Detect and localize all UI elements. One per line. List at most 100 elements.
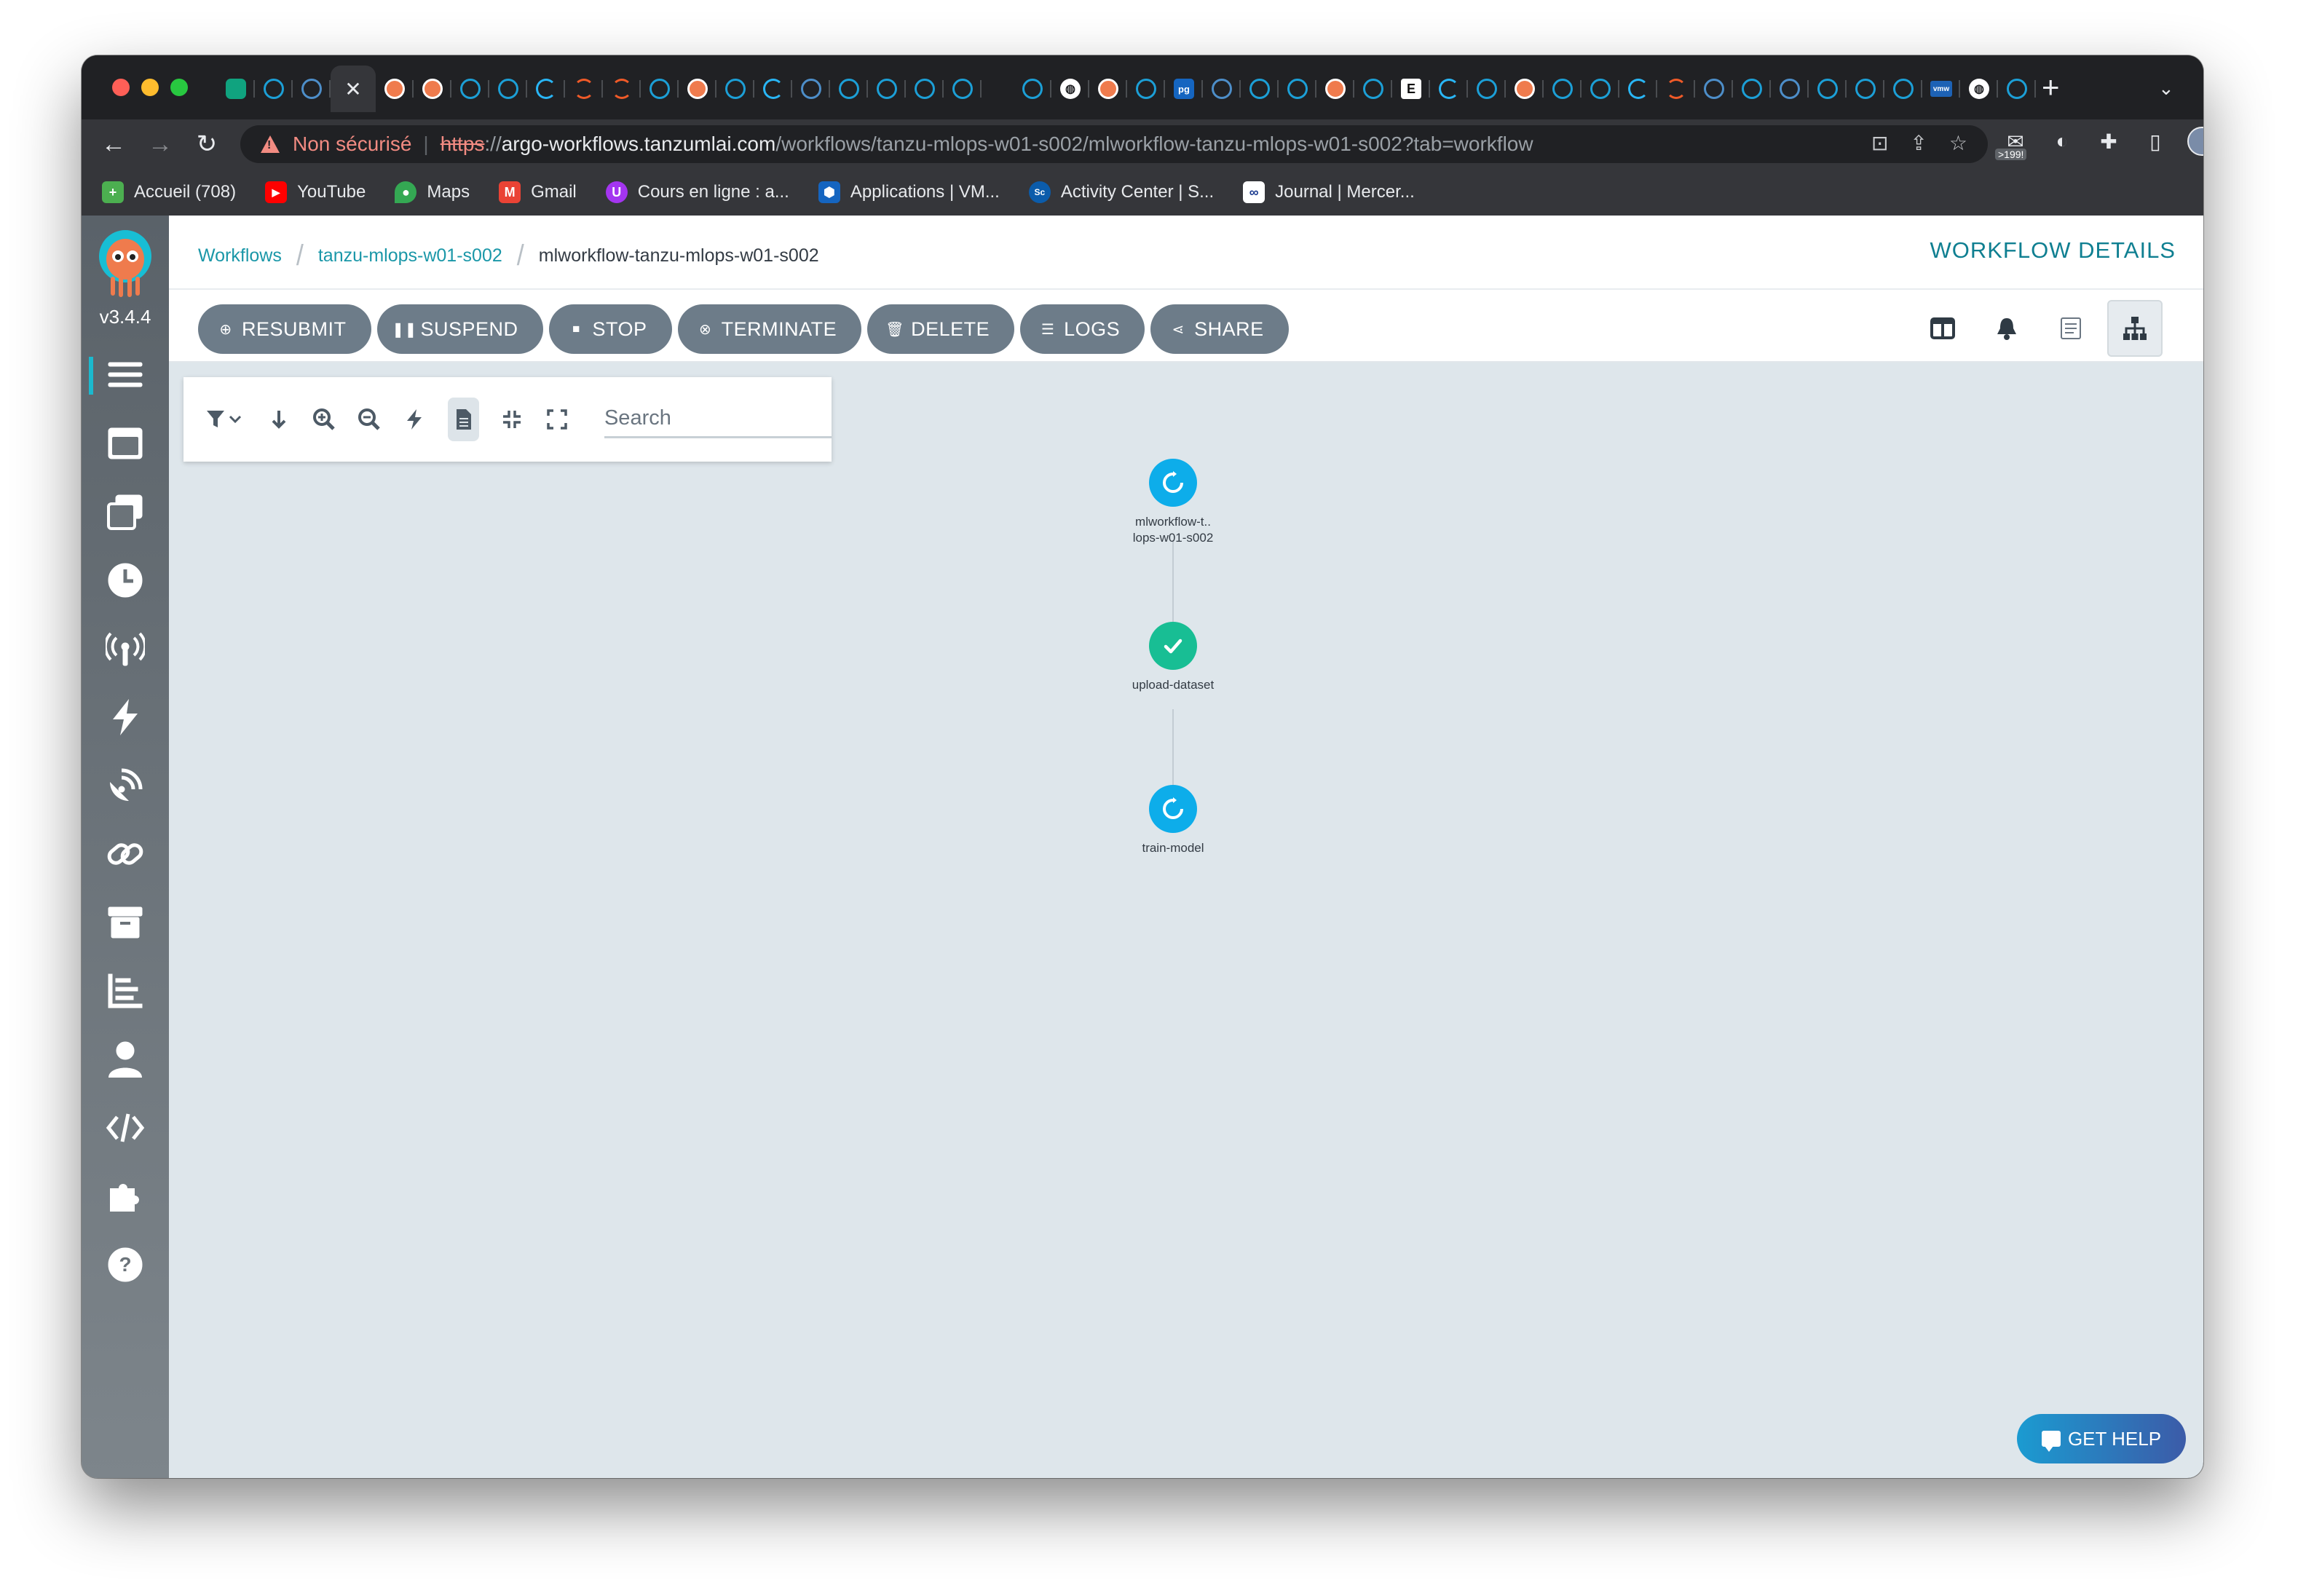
zoom-out-icon[interactable] bbox=[357, 406, 382, 433]
sidebar-item-sensors[interactable] bbox=[82, 683, 169, 751]
bookmark-star-icon[interactable]: ☆ bbox=[1949, 131, 1967, 155]
tab[interactable] bbox=[527, 66, 565, 112]
suspend-button[interactable]: ❚❚ SUSPEND bbox=[376, 304, 543, 354]
bookmark-accueil[interactable]: + Accueil (708) bbox=[102, 181, 236, 203]
tab[interactable] bbox=[1316, 66, 1354, 112]
tab[interactable] bbox=[1847, 66, 1884, 112]
extension-icon[interactable]: ◐ bbox=[2048, 127, 2077, 156]
graph-view-button[interactable] bbox=[2107, 300, 2163, 357]
sidebar-item-archived-workflows[interactable] bbox=[82, 888, 169, 957]
resubmit-button[interactable]: ⊕ RESUBMIT bbox=[198, 304, 371, 354]
bolt-icon[interactable] bbox=[402, 406, 427, 433]
tab[interactable]: ◍ bbox=[1960, 66, 1998, 112]
argo-logo-icon[interactable] bbox=[95, 229, 156, 299]
profile-avatar[interactable] bbox=[2187, 127, 2203, 156]
tab[interactable] bbox=[868, 66, 906, 112]
tab[interactable] bbox=[255, 66, 293, 112]
tab[interactable] bbox=[1695, 66, 1733, 112]
sidebar-item-links[interactable] bbox=[82, 820, 169, 888]
tab[interactable] bbox=[641, 66, 679, 112]
tab[interactable] bbox=[489, 66, 527, 112]
tab[interactable] bbox=[1657, 66, 1695, 112]
not-secure-label[interactable]: Non sécurisé bbox=[293, 133, 411, 156]
graph-search-input[interactable] bbox=[604, 400, 832, 438]
tab-search-chevron-icon[interactable]: ⌄ bbox=[2158, 77, 2174, 100]
filter-icon[interactable] bbox=[205, 406, 246, 433]
tab[interactable] bbox=[565, 66, 603, 112]
get-help-button[interactable]: GET HELP bbox=[2017, 1414, 2186, 1463]
translate-icon[interactable]: ⊡ bbox=[1871, 131, 1888, 155]
breadcrumb-workflows[interactable]: Workflows bbox=[198, 245, 282, 266]
bookmark-activity-center[interactable]: Sc Activity Center | S... bbox=[1028, 181, 1214, 203]
minimize-window-button[interactable] bbox=[141, 79, 159, 96]
tab-active[interactable]: ✕ bbox=[331, 66, 376, 112]
tab[interactable] bbox=[1733, 66, 1771, 112]
sidebar-item-workflows[interactable] bbox=[82, 341, 169, 409]
tab[interactable] bbox=[1089, 66, 1127, 112]
back-arrow-icon[interactable]: ← bbox=[96, 127, 131, 162]
reload-icon[interactable]: ↻ bbox=[189, 127, 224, 162]
zoom-in-icon[interactable] bbox=[312, 406, 336, 433]
close-tab-icon[interactable]: ✕ bbox=[344, 77, 361, 101]
tab[interactable] bbox=[1619, 66, 1657, 112]
gmail-extension-icon[interactable]: ✉ >199! bbox=[1995, 127, 2030, 160]
delete-button[interactable]: 🗑 DELETE bbox=[867, 304, 1015, 354]
tab[interactable] bbox=[1884, 66, 1922, 112]
forward-arrow-icon[interactable]: → bbox=[143, 127, 178, 162]
share-button[interactable]: ⋖ SHARE bbox=[1150, 304, 1289, 354]
stop-button[interactable]: ⏹ STOP bbox=[548, 304, 672, 354]
artifacts-toggle-icon[interactable] bbox=[447, 398, 479, 441]
terminate-button[interactable]: ⊗ TERMINATE bbox=[677, 304, 862, 354]
maximize-window-button[interactable] bbox=[170, 79, 188, 96]
tab[interactable] bbox=[217, 66, 255, 112]
sidebar-item-plugins[interactable] bbox=[82, 1162, 169, 1230]
tab[interactable] bbox=[1354, 66, 1392, 112]
side-panel-icon[interactable]: ▯ bbox=[2141, 127, 2170, 156]
sidebar-item-event-flow[interactable] bbox=[82, 751, 169, 820]
bookmark-gmail[interactable]: M Gmail bbox=[499, 181, 577, 203]
tab[interactable] bbox=[754, 66, 792, 112]
tab[interactable] bbox=[1582, 66, 1619, 112]
logs-button[interactable]: ☰ LOGS bbox=[1020, 304, 1145, 354]
tab[interactable] bbox=[376, 66, 414, 112]
sidebar-item-api-docs[interactable] bbox=[82, 1094, 169, 1162]
share-page-icon[interactable]: ⇪ bbox=[1910, 131, 1927, 155]
sidebar-item-cron-workflows[interactable] bbox=[82, 546, 169, 615]
graph-node[interactable]: mlworkflow-t.. lops-w01-s002 bbox=[1100, 459, 1246, 546]
bookmark-journal[interactable]: ∞ Journal | Mercer... bbox=[1243, 181, 1415, 203]
tab[interactable] bbox=[716, 66, 754, 112]
tab[interactable] bbox=[414, 66, 451, 112]
tab[interactable] bbox=[792, 66, 830, 112]
new-tab-button[interactable]: + bbox=[2042, 71, 2060, 103]
tab[interactable] bbox=[1506, 66, 1544, 112]
bookmark-vmware-apps[interactable]: ⬢ Applications | VM... bbox=[818, 181, 1000, 203]
collapse-icon[interactable] bbox=[500, 406, 524, 433]
tab[interactable]: E bbox=[1392, 66, 1430, 112]
sidebar-item-workflow-templates[interactable] bbox=[82, 409, 169, 478]
tab[interactable] bbox=[830, 66, 868, 112]
tab[interactable] bbox=[1998, 66, 2036, 112]
breadcrumb-namespace[interactable]: tanzu-mlops-w01-s002 bbox=[318, 245, 502, 266]
split-view-button[interactable] bbox=[1915, 300, 1970, 357]
tab[interactable] bbox=[293, 66, 331, 112]
sidebar-item-user[interactable] bbox=[82, 1025, 169, 1094]
yaml-view-button[interactable] bbox=[2043, 300, 2098, 357]
tab[interactable] bbox=[1430, 66, 1468, 112]
sidebar-item-event-sources[interactable] bbox=[82, 615, 169, 683]
tab[interactable] bbox=[906, 66, 944, 112]
tab[interactable] bbox=[1544, 66, 1582, 112]
bookmark-youtube[interactable]: ▶ YouTube bbox=[265, 181, 366, 203]
tab[interactable] bbox=[1279, 66, 1316, 112]
graph-node[interactable]: train-model bbox=[1100, 785, 1246, 856]
graph-node[interactable]: upload-dataset bbox=[1100, 622, 1246, 693]
tab[interactable] bbox=[679, 66, 716, 112]
tab[interactable]: vmw bbox=[1922, 66, 1960, 112]
tab[interactable] bbox=[451, 66, 489, 112]
close-window-button[interactable] bbox=[112, 79, 130, 96]
bookmark-maps[interactable]: ● Maps bbox=[395, 181, 470, 203]
tab[interactable] bbox=[944, 66, 982, 112]
events-button[interactable] bbox=[1979, 300, 2034, 357]
fullscreen-icon[interactable] bbox=[545, 406, 569, 433]
tab[interactable] bbox=[1014, 66, 1051, 112]
tab[interactable] bbox=[603, 66, 641, 112]
